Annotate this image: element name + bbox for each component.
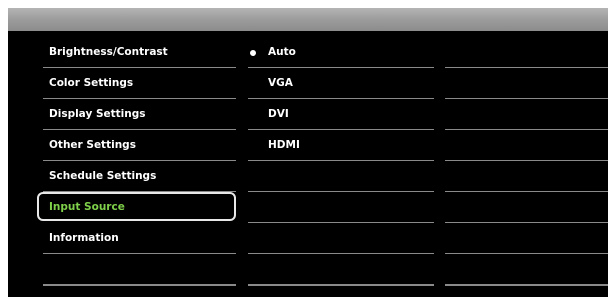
detail-empty-row xyxy=(445,37,608,68)
detail-empty-row xyxy=(445,68,608,99)
detail-empty-row xyxy=(445,130,608,161)
option-label: VGA xyxy=(268,77,293,89)
option-dvi[interactable]: DVI xyxy=(248,99,434,130)
option-empty-row xyxy=(248,192,434,223)
option-vga[interactable]: VGA xyxy=(248,68,434,99)
osd-title-bar xyxy=(8,8,608,31)
divider xyxy=(43,285,236,286)
menu-item-label: Input Source xyxy=(49,201,125,213)
selected-bullet-icon xyxy=(250,50,256,56)
option-empty-row xyxy=(248,254,434,285)
menu-item-brightness-contrast[interactable]: Brightness/Contrast xyxy=(43,37,236,68)
detail-empty-row xyxy=(445,99,608,130)
detail-empty-row xyxy=(445,223,608,254)
menu-item-display-settings[interactable]: Display Settings xyxy=(43,99,236,130)
option-label: DVI xyxy=(268,108,289,120)
detail-empty-row xyxy=(445,285,608,286)
option-empty-row xyxy=(248,161,434,192)
menu-item-information[interactable]: Information xyxy=(43,223,236,254)
menu-item-label: Information xyxy=(49,232,119,244)
menu-item-label: Other Settings xyxy=(49,139,136,151)
menu-item-label: Color Settings xyxy=(49,77,134,89)
menu-item-other-settings[interactable]: Other Settings xyxy=(43,130,236,161)
option-empty-row xyxy=(248,285,434,286)
divider xyxy=(445,285,608,286)
detail-empty-row xyxy=(445,254,608,285)
menu-empty-row xyxy=(43,254,236,285)
detail-empty-row xyxy=(445,192,608,223)
menu-item-label: Schedule Settings xyxy=(49,170,157,182)
option-label: Auto xyxy=(268,46,296,58)
menu-item-schedule-settings[interactable]: Schedule Settings xyxy=(43,161,236,192)
option-hdmi[interactable]: HDMI xyxy=(248,130,434,161)
divider xyxy=(248,285,434,286)
osd-menu-panel: Brightness/Contrast Color Settings Displ… xyxy=(8,31,608,297)
menu-item-label: Brightness/Contrast xyxy=(49,46,168,58)
menu-item-color-settings[interactable]: Color Settings xyxy=(43,68,236,99)
menu-item-input-source[interactable]: Input Source xyxy=(37,192,236,223)
option-empty-row xyxy=(248,223,434,254)
option-label: HDMI xyxy=(268,139,300,151)
menu-item-label: Display Settings xyxy=(49,108,146,120)
monitor-osd: Brightness/Contrast Color Settings Displ… xyxy=(0,0,608,297)
detail-empty-row xyxy=(445,161,608,192)
option-auto[interactable]: Auto xyxy=(248,37,434,68)
menu-empty-row xyxy=(43,285,236,286)
